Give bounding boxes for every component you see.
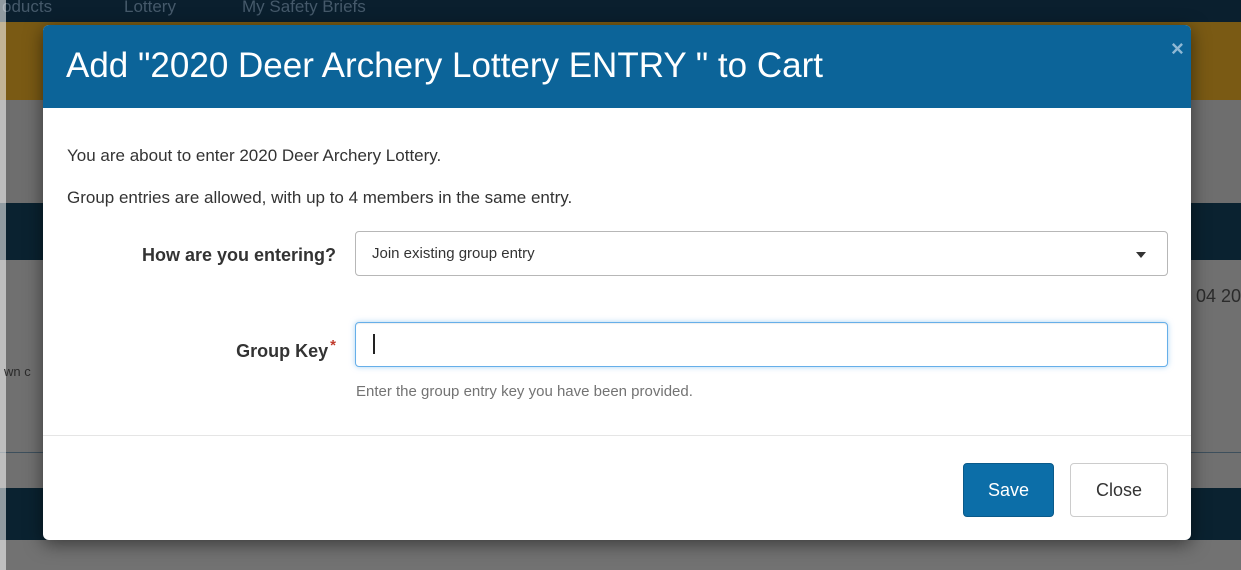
background-nav-bar: oducts Lottery My Safety Briefs	[0, 0, 1241, 22]
add-to-cart-modal: Add "2020 Deer Archery Lottery ENTRY " t…	[43, 25, 1191, 540]
group-key-label-text: Group Key	[236, 341, 329, 361]
group-info-text: Group entries are allowed, with up to 4 …	[67, 188, 573, 207]
text-cursor	[373, 334, 375, 354]
modal-footer-divider	[43, 435, 1191, 436]
intro-text: You are about to enter 2020 Deer Archery…	[67, 146, 442, 165]
background-nav-item-products: oducts	[2, 0, 53, 16]
chevron-down-icon	[1136, 252, 1146, 258]
background-left-edge	[0, 0, 6, 570]
group-key-input[interactable]	[355, 322, 1168, 367]
background-date-fragment: 04 20	[1196, 286, 1241, 306]
required-marker: *	[330, 337, 336, 354]
save-button[interactable]: Save	[963, 463, 1054, 517]
modal-header: Add "2020 Deer Archery Lottery ENTRY " t…	[43, 25, 1191, 108]
entry-type-select[interactable]: Join existing group entry	[355, 231, 1168, 276]
entry-type-selected-value: Join existing group entry	[372, 245, 535, 262]
close-button[interactable]: Close	[1070, 463, 1168, 517]
modal-title: Add "2020 Deer Archery Lottery ENTRY " t…	[66, 46, 823, 85]
background-bottom	[0, 540, 1241, 570]
background-nav-item-safety-briefs: My Safety Briefs	[242, 0, 366, 16]
group-key-help-text: Enter the group entry key you have been …	[356, 383, 693, 400]
background-nav-item-lottery: Lottery	[124, 0, 176, 16]
background-text-fragment: wn c	[4, 364, 31, 379]
group-key-label: Group Key *	[113, 337, 336, 366]
entry-type-label: How are you entering?	[141, 245, 336, 265]
close-icon[interactable]: ×	[1171, 38, 1191, 60]
